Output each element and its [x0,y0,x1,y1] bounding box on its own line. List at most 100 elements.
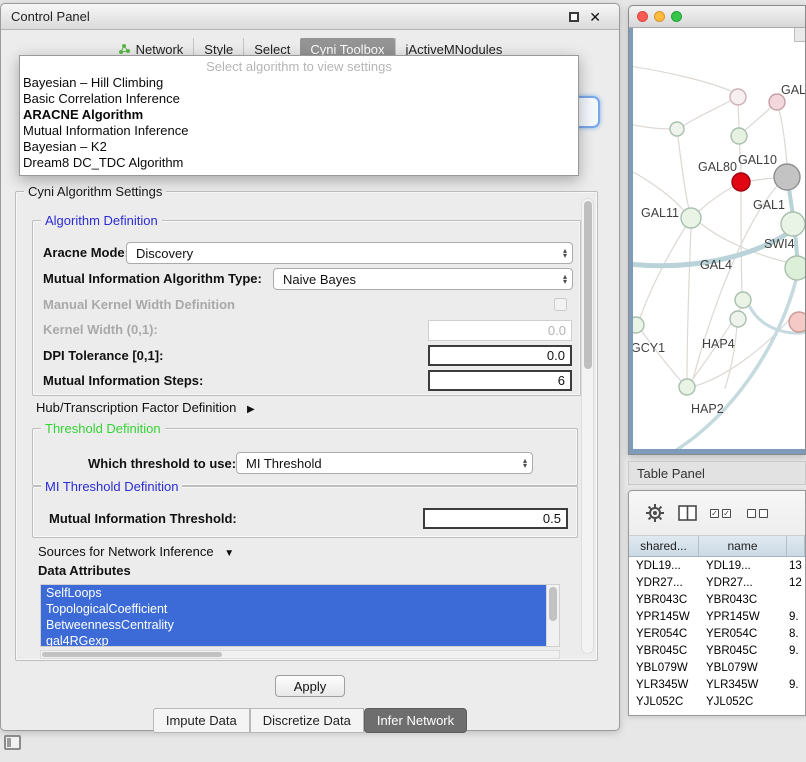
network-edge[interactable] [741,191,742,292]
column-header-shared-name[interactable]: shared... [629,536,699,556]
network-node-label: GAL10 [738,153,777,167]
network-canvas-area[interactable]: GALGAL80GAL10GAL11GAL1SWI4GAL4GCY1HAP4HA… [633,28,805,449]
dropdown-item-mutual-information[interactable]: Mutual Information Inference [20,123,578,139]
network-window-titlebar[interactable] [629,6,805,28]
network-edge[interactable] [777,102,787,166]
network-node[interactable] [633,317,644,333]
close-window-icon[interactable]: ✕ [589,12,601,22]
gear-icon[interactable] [645,503,665,523]
network-edge[interactable] [641,330,681,381]
table-row[interactable]: YDR27...YDR27...12 [629,574,805,591]
cell-value: 12 [787,577,805,589]
selected-value: MI Threshold [246,456,322,471]
deselect-all-columns-icon[interactable] [747,509,771,518]
combo-arrows-icon: ▴▾ [523,458,532,468]
attribute-item-selfloops[interactable]: SelfLoops [41,585,546,601]
table-row[interactable]: YPR145WYPR145W9. [629,608,805,625]
attribute-item-gal4rgexp[interactable]: gal4RGexp [41,633,546,647]
scrollbar-thumb[interactable] [549,587,557,621]
network-node[interactable] [735,292,751,308]
table-row[interactable]: YER054CYER054C8. [629,625,805,642]
close-traffic-light[interactable] [637,11,648,22]
dropdown-item-aracne[interactable]: ARACNE Algorithm [20,107,578,123]
dropdown-item-bayesian-hill-climbing[interactable]: Bayesian – Hill Climbing [20,75,578,91]
dropdown-item-dream8[interactable]: Dream8 DC_TDC Algorithm [20,155,578,171]
network-node[interactable] [730,89,746,105]
mi-algorithm-type-select[interactable]: Naive Bayes ▴▾ [273,268,573,290]
network-node[interactable] [781,212,805,236]
select-all-columns-icon[interactable]: ✓✓ [710,509,734,518]
threshold-definition-group: Threshold Definition Which threshold to … [32,428,578,486]
mi-threshold-input[interactable] [423,508,568,529]
column-header-name[interactable]: name [699,536,787,556]
network-canvas[interactable]: GALGAL80GAL10GAL11GAL1SWI4GAL4GCY1HAP4HA… [633,28,805,449]
kernel-width-input [428,320,572,341]
network-node[interactable] [731,128,747,144]
network-node[interactable] [785,256,805,280]
minimize-traffic-light[interactable] [654,11,665,22]
network-edge[interactable] [687,227,691,379]
network-edge[interactable] [698,186,734,212]
scrollbar-thumb[interactable] [42,652,222,657]
network-node[interactable] [679,379,695,395]
network-edge[interactable] [633,170,684,211]
settings-vertical-scrollbar[interactable] [581,198,594,654]
attribute-item-topologicalcoefficient[interactable]: TopologicalCoefficient [41,601,546,617]
tab-impute-data[interactable]: Impute Data [153,708,250,733]
mi-steps-input[interactable] [428,370,572,391]
cell-shared-name: YER054C [629,628,699,640]
tab-discretize-data[interactable]: Discretize Data [250,708,364,733]
table-row[interactable]: YBR045CYBR045C9. [629,642,805,659]
table-toolbar: ✓✓ [629,491,805,536]
aracne-mode-select[interactable]: Discovery ▴▾ [126,242,573,264]
network-edge[interactable] [633,66,733,92]
network-node-label: SWI4 [764,237,795,251]
network-edge[interactable] [749,178,775,181]
attributes-vertical-scrollbar[interactable] [546,585,559,646]
sources-section-toggle[interactable]: Sources for Network Inference ▼ [38,544,234,559]
column-icon[interactable] [678,505,697,521]
network-edge[interactable] [675,280,796,449]
attribute-item-betweennesscentrality[interactable]: BetweennessCentrality [41,617,546,633]
scrollbar-thumb[interactable] [584,201,592,369]
network-node[interactable] [789,312,805,332]
table-row[interactable]: YBL079WYBL079W [629,659,805,676]
threshold-type-select[interactable]: MI Threshold ▴▾ [236,452,533,474]
control-panel-window: Control Panel ✕ Network Style Select Cyn… [0,3,620,731]
apply-button[interactable]: Apply [275,675,345,697]
hub-section-toggle[interactable]: Hub/Transcription Factor Definition ▶ [36,400,255,415]
zoom-traffic-light[interactable] [671,11,682,22]
attributes-horizontal-scrollbar[interactable] [40,650,560,659]
table-row[interactable]: YJL052CYJL052C [629,693,805,710]
show-panel-icon[interactable] [4,735,21,750]
group-title: Threshold Definition [41,421,165,436]
table-row[interactable]: YDL19...YDL19...13 [629,557,805,574]
dpi-tolerance-input[interactable] [428,345,572,366]
control-panel-titlebar[interactable]: Control Panel ✕ [1,4,619,30]
table-row[interactable]: YBR043CYBR043C [629,591,805,608]
network-edge[interactable] [677,129,689,209]
table-row[interactable]: YLR345WYLR345W9. [629,676,805,693]
network-node[interactable] [774,164,800,190]
data-attributes-list: SelfLoops TopologicalCoefficient Between… [40,584,560,647]
network-node[interactable] [732,173,750,191]
network-node[interactable] [670,122,684,136]
combo-arrows-icon: ▴▾ [563,248,572,258]
column-header-extra[interactable] [787,536,805,556]
mi-steps-label: Mutual Information Steps: [43,373,203,388]
float-window-icon[interactable] [569,12,579,22]
network-node[interactable] [730,311,746,327]
dropdown-item-basic-correlation[interactable]: Basic Correlation Inference [20,91,578,107]
network-edge[interactable] [640,226,686,318]
cell-value: 13 [787,560,805,572]
network-scrollbar-corner [794,28,805,42]
network-node[interactable] [681,208,701,228]
tab-infer-network[interactable]: Infer Network [364,708,467,733]
cell-shared-name: YJL052C [629,696,699,708]
mi-threshold-label: Mutual Information Threshold: [49,511,237,526]
network-edge[interactable] [633,124,671,129]
network-edge[interactable] [683,97,738,126]
dropdown-item-bayesian-k2[interactable]: Bayesian – K2 [20,139,578,155]
mi-threshold-definition-group: MI Threshold Definition Mutual Informati… [32,486,578,538]
group-title: Cyni Algorithm Settings [24,184,166,199]
